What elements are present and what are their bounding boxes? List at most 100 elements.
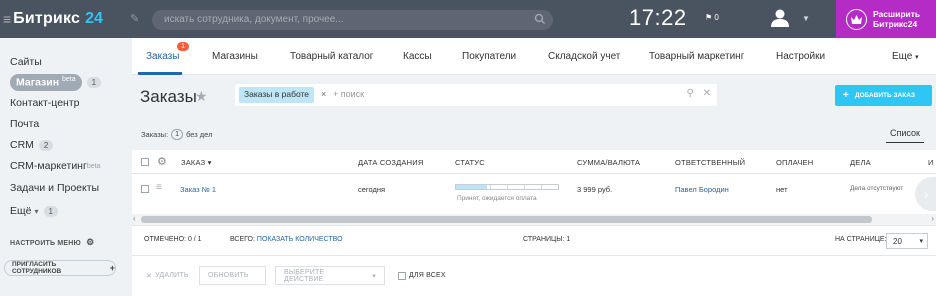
sidebar-item-label: Магазин	[16, 76, 60, 89]
action-panel: ✕ УДАЛИТЬ ОБНОВИТЬ ВЫБЕРИТЕ ДЕЙСТВИЕ ▾ ДЛЯ…	[132, 255, 936, 296]
sidebar-item-more[interactable]: Ещё ▾ 1	[10, 205, 58, 217]
sidebar-item-crm[interactable]: CRM 2	[10, 139, 54, 151]
sidebar-item-tasks[interactable]: Задачи и Проекты	[10, 182, 99, 194]
search-input[interactable]: искать сотрудника, документ, прочее...	[152, 10, 553, 30]
sidebar-item-mail[interactable]: Почта	[10, 118, 39, 130]
deals-counter: Заказы: 1 без дел	[141, 129, 213, 140]
counter-badge: 1	[86, 76, 102, 88]
user-avatar-icon[interactable]	[770, 8, 790, 28]
close-icon[interactable]: ×	[321, 89, 326, 99]
search-icon[interactable]: ⚲	[687, 88, 694, 99]
pages-label: СТРАНИЦЫ: 1	[523, 236, 571, 243]
tab-customers[interactable]: Покупатели	[462, 51, 516, 62]
tab-orders[interactable]: Заказы	[146, 51, 179, 62]
for-all-checkbox[interactable]: ДЛЯ ВСЕХ	[390, 266, 454, 285]
page-title: Заказы	[140, 87, 197, 106]
invite-employees-button[interactable]: ПРИГЛАСИТЬ СОТРУДНИКОВ +	[4, 260, 116, 276]
chevron-down-icon: ▾	[207, 158, 212, 167]
scrollbar-thumb[interactable]	[141, 216, 872, 223]
tab-warehouse[interactable]: Складской учет	[548, 51, 620, 62]
status-progress[interactable]	[455, 184, 559, 190]
choose-action-select[interactable]: ВЫБЕРИТЕ ДЕЙСТВИЕ ▾	[275, 266, 385, 285]
total-label: ВСЕГО: ПОКАЗАТЬ КОЛИЧЕСТВО	[230, 236, 343, 243]
gear-icon[interactable]: ⚙	[157, 155, 167, 168]
column-date[interactable]: ДАТА СОЗДАНИЯ	[358, 158, 423, 167]
chevron-right-icon[interactable]: ›	[931, 214, 934, 223]
row-checkbox[interactable]	[141, 185, 149, 193]
tab-shops[interactable]: Магазины	[212, 51, 258, 62]
grid-footer: ОТМЕЧЕНО: 0 / 1 ВСЕГО: ПОКАЗАТЬ КОЛИЧЕСТ…	[132, 225, 936, 255]
search-icon[interactable]	[534, 13, 546, 25]
flag-count: 0	[714, 13, 719, 22]
order-date: сегодня	[358, 185, 386, 194]
plus-icon: +	[843, 90, 849, 101]
clock[interactable]: 17:22	[629, 5, 687, 31]
order-sum: 3 999 руб.	[577, 185, 613, 194]
chevron-down-icon[interactable]: ▼	[802, 14, 810, 23]
beta-label: beta	[62, 76, 76, 83]
counter-badge: 2	[38, 139, 54, 151]
content: Заказы ★ Заказы в работе × + поиск ⚲ ✕ +…	[132, 75, 936, 296]
tab-product-marketing[interactable]: Товарный маркетинг	[649, 51, 744, 62]
star-icon[interactable]: ★	[195, 88, 208, 105]
tab-settings[interactable]: Настройки	[776, 51, 825, 62]
close-icon[interactable]: ✕	[703, 88, 711, 99]
column-responsible[interactable]: ОТВЕТСТВЕННЫЙ	[675, 158, 745, 167]
plus-icon: +	[109, 263, 115, 273]
tab-catalog[interactable]: Товарный каталог	[290, 51, 373, 62]
chevron-left-icon[interactable]: ‹	[133, 214, 136, 223]
sidebar-item-crm-marketing[interactable]: CRM-маркетинг beta	[10, 160, 100, 172]
status-text: Принят, ожидается оплата	[457, 195, 537, 202]
view-mode-list[interactable]: Список	[890, 128, 920, 138]
hamburger-menu-icon[interactable]: ≡	[3, 11, 11, 27]
sidebar-item-contact-center[interactable]: Контакт-центр	[10, 97, 80, 109]
per-page-label: НА СТРАНИЦЕ:	[835, 236, 887, 243]
chevron-down-icon: ▾	[372, 272, 376, 280]
chevron-down-icon: ▾	[915, 54, 919, 61]
delete-button[interactable]: ✕ УДАЛИТЬ	[138, 266, 197, 285]
sidebar: Сайты Магазин beta 1 Контакт-центр Почта…	[0, 38, 132, 296]
tab-more[interactable]: Еще ▾	[892, 51, 919, 62]
tab-cashboxes[interactable]: Кассы	[403, 51, 432, 62]
status-progress-fill	[456, 185, 487, 189]
refresh-button[interactable]: ОБНОВИТЬ	[199, 266, 266, 285]
brand[interactable]: ≡ Битрикс 24	[0, 0, 132, 38]
add-order-button[interactable]: + ДОБАВИТЬ ЗАКАЗ	[835, 85, 932, 106]
flag-icon[interactable]: ⚑ 0	[705, 13, 719, 22]
responsible-link[interactable]: Павел Бородин	[675, 185, 729, 194]
tab-bar: Заказы 1 Магазины Товарный каталог Кассы…	[132, 38, 936, 75]
per-page-select[interactable]: 20 ▾	[886, 233, 928, 249]
crown-icon	[846, 8, 867, 30]
search-placeholder: искать сотрудника, документ, прочее...	[164, 14, 344, 25]
order-link[interactable]: Заказ № 1	[180, 185, 216, 194]
column-paid[interactable]: ОПЛАЧЕН	[776, 158, 813, 167]
column-more[interactable]: И	[928, 158, 934, 167]
sidebar-item-shop[interactable]: Магазин beta 1	[10, 74, 102, 91]
show-count-link[interactable]: ПОКАЗАТЬ КОЛИЧЕСТВО	[257, 236, 343, 243]
upgrade-button[interactable]: Расширить Битрикс24	[836, 0, 936, 38]
setup-menu-button[interactable]: НАСТРОИТЬ МЕНЮ ⚙	[10, 237, 94, 248]
deals-count[interactable]: 1	[171, 129, 184, 140]
top-bar: ≡ Битрикс 24 ✎ искать сотрудника, докуме…	[0, 0, 936, 38]
tab-badge: 1	[177, 42, 189, 51]
column-status[interactable]: СТАТУС	[455, 158, 485, 167]
column-order[interactable]: ЗАКАЗ ▾	[181, 158, 212, 167]
counter-badge: 1	[43, 205, 58, 217]
horizontal-scrollbar[interactable]: ‹ ›	[132, 214, 936, 225]
filter-search-input[interactable]: + поиск	[333, 89, 364, 99]
filter-chip[interactable]: Заказы в работе	[239, 87, 315, 103]
gear-icon: ⚙	[86, 237, 95, 247]
view-mode-underline	[886, 142, 924, 143]
brand-name: Битрикс	[13, 10, 81, 27]
upgrade-line2: Битрикс24	[873, 19, 918, 29]
select-all-checkbox[interactable]	[141, 158, 149, 166]
grid-header: ⚙ ЗАКАЗ ▾ ДАТА СОЗДАНИЯ СТАТУС СУММА/ВАЛ…	[132, 150, 936, 174]
sidebar-item-sites[interactable]: Сайты	[10, 56, 42, 68]
row-menu-icon[interactable]: ≡	[156, 182, 162, 193]
beta-label: beta	[86, 162, 101, 170]
column-sum[interactable]: СУММА/ВАЛЮТА	[577, 158, 640, 167]
column-tasks[interactable]: ДЕЛА	[850, 158, 871, 167]
filter-search-bar[interactable]: Заказы в работе × + поиск ⚲ ✕	[235, 84, 717, 106]
pencil-icon[interactable]: ✎	[130, 12, 139, 25]
tasks-value: Дела отсутствуют	[850, 185, 904, 192]
